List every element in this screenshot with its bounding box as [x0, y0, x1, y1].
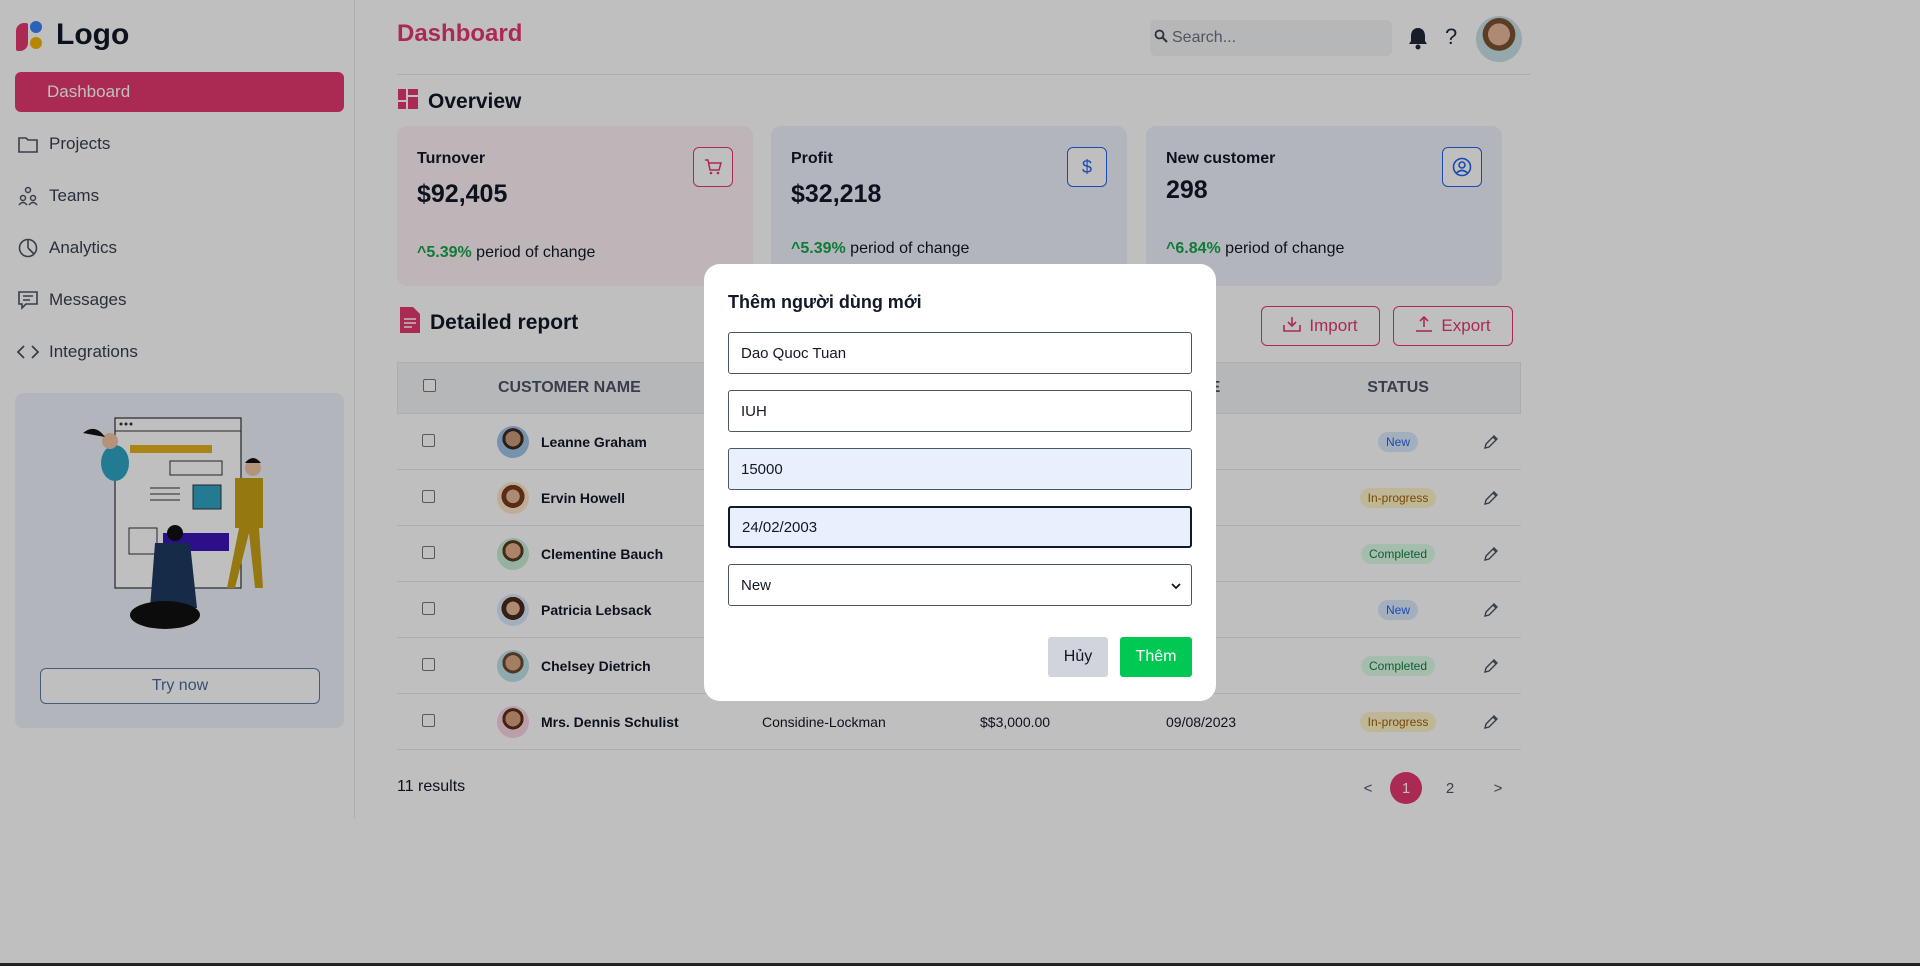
date-field[interactable]: 24/02/2003 [728, 506, 1192, 548]
status-select[interactable]: New [728, 564, 1192, 606]
add-user-modal: Thêm người dùng mới Dao Quoc Tuan IUH 15… [704, 264, 1216, 701]
name-field[interactable]: Dao Quoc Tuan [728, 332, 1192, 374]
modal-title: Thêm người dùng mới [728, 292, 922, 312]
chevron-down-icon [1171, 577, 1181, 594]
cancel-button[interactable]: Hủy [1048, 637, 1108, 677]
submit-button[interactable]: Thêm [1120, 637, 1192, 677]
status-select-value: New [741, 576, 772, 594]
company-field[interactable]: IUH [728, 390, 1192, 432]
value-field[interactable]: 15000 [728, 448, 1192, 490]
